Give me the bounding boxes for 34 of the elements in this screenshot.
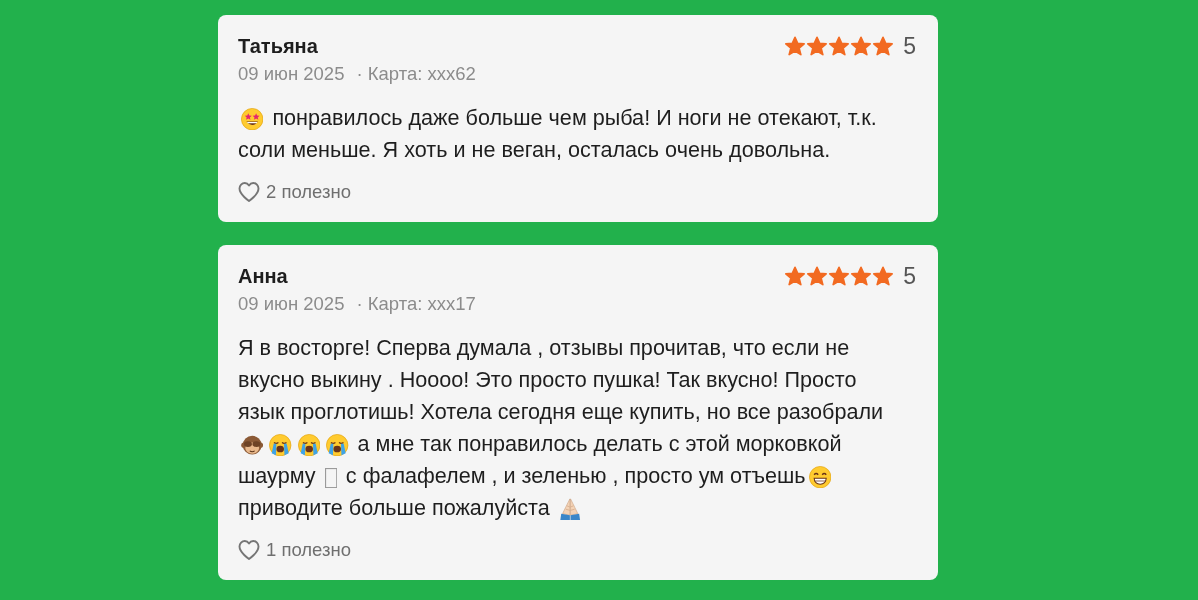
crying-face-icon — [297, 433, 321, 456]
star-icon — [873, 36, 894, 56]
star-icon — [851, 266, 872, 286]
rating-value: 5 — [903, 34, 916, 58]
folded-hands-icon — [558, 497, 582, 520]
star-eyes-face-icon — [241, 107, 264, 130]
star-icon — [807, 266, 828, 286]
helpful-button[interactable]: 1 полезно — [238, 536, 351, 564]
star-icon — [785, 266, 806, 286]
review-date: 09 июн 2025 — [238, 292, 345, 316]
helpful-button[interactable]: 2 полезно — [238, 178, 351, 206]
crying-face-icon — [326, 433, 349, 456]
card-number: · Карта: xxx62 — [356, 62, 476, 86]
star-icon — [873, 266, 894, 286]
star-icon — [829, 266, 850, 286]
card-number: · Карта: xxx17 — [356, 292, 476, 316]
review-text: шаурму — [238, 463, 316, 488]
star-icon — [785, 36, 806, 56]
missing-glyph-icon — [324, 467, 337, 488]
monkey-face-icon — [241, 433, 264, 456]
star-icon — [851, 36, 872, 56]
review-date: 09 июн 2025 — [238, 62, 345, 86]
review-text: соли меньше. Я хоть и не веган, осталась очень довольна. — [238, 137, 831, 162]
grinning-face-icon — [808, 465, 831, 488]
star-icon — [807, 36, 828, 56]
crying-face-icon — [269, 433, 292, 456]
review-text: приводите больше пожалуйста — [238, 495, 550, 520]
review-text: с фалафелем , и зеленью , просто ум отъешь — [345, 463, 806, 488]
review-text: понравилось даже больше чем рыба! И ноги не отекают, т.к. — [272, 105, 877, 130]
author-name: Анна — [238, 264, 288, 288]
rating-value: 5 — [903, 264, 916, 288]
review-text: а мне так понравилось делать с этой морковкой — [357, 431, 842, 456]
star-icon — [829, 36, 850, 56]
author-name: Татьяна — [238, 34, 318, 58]
